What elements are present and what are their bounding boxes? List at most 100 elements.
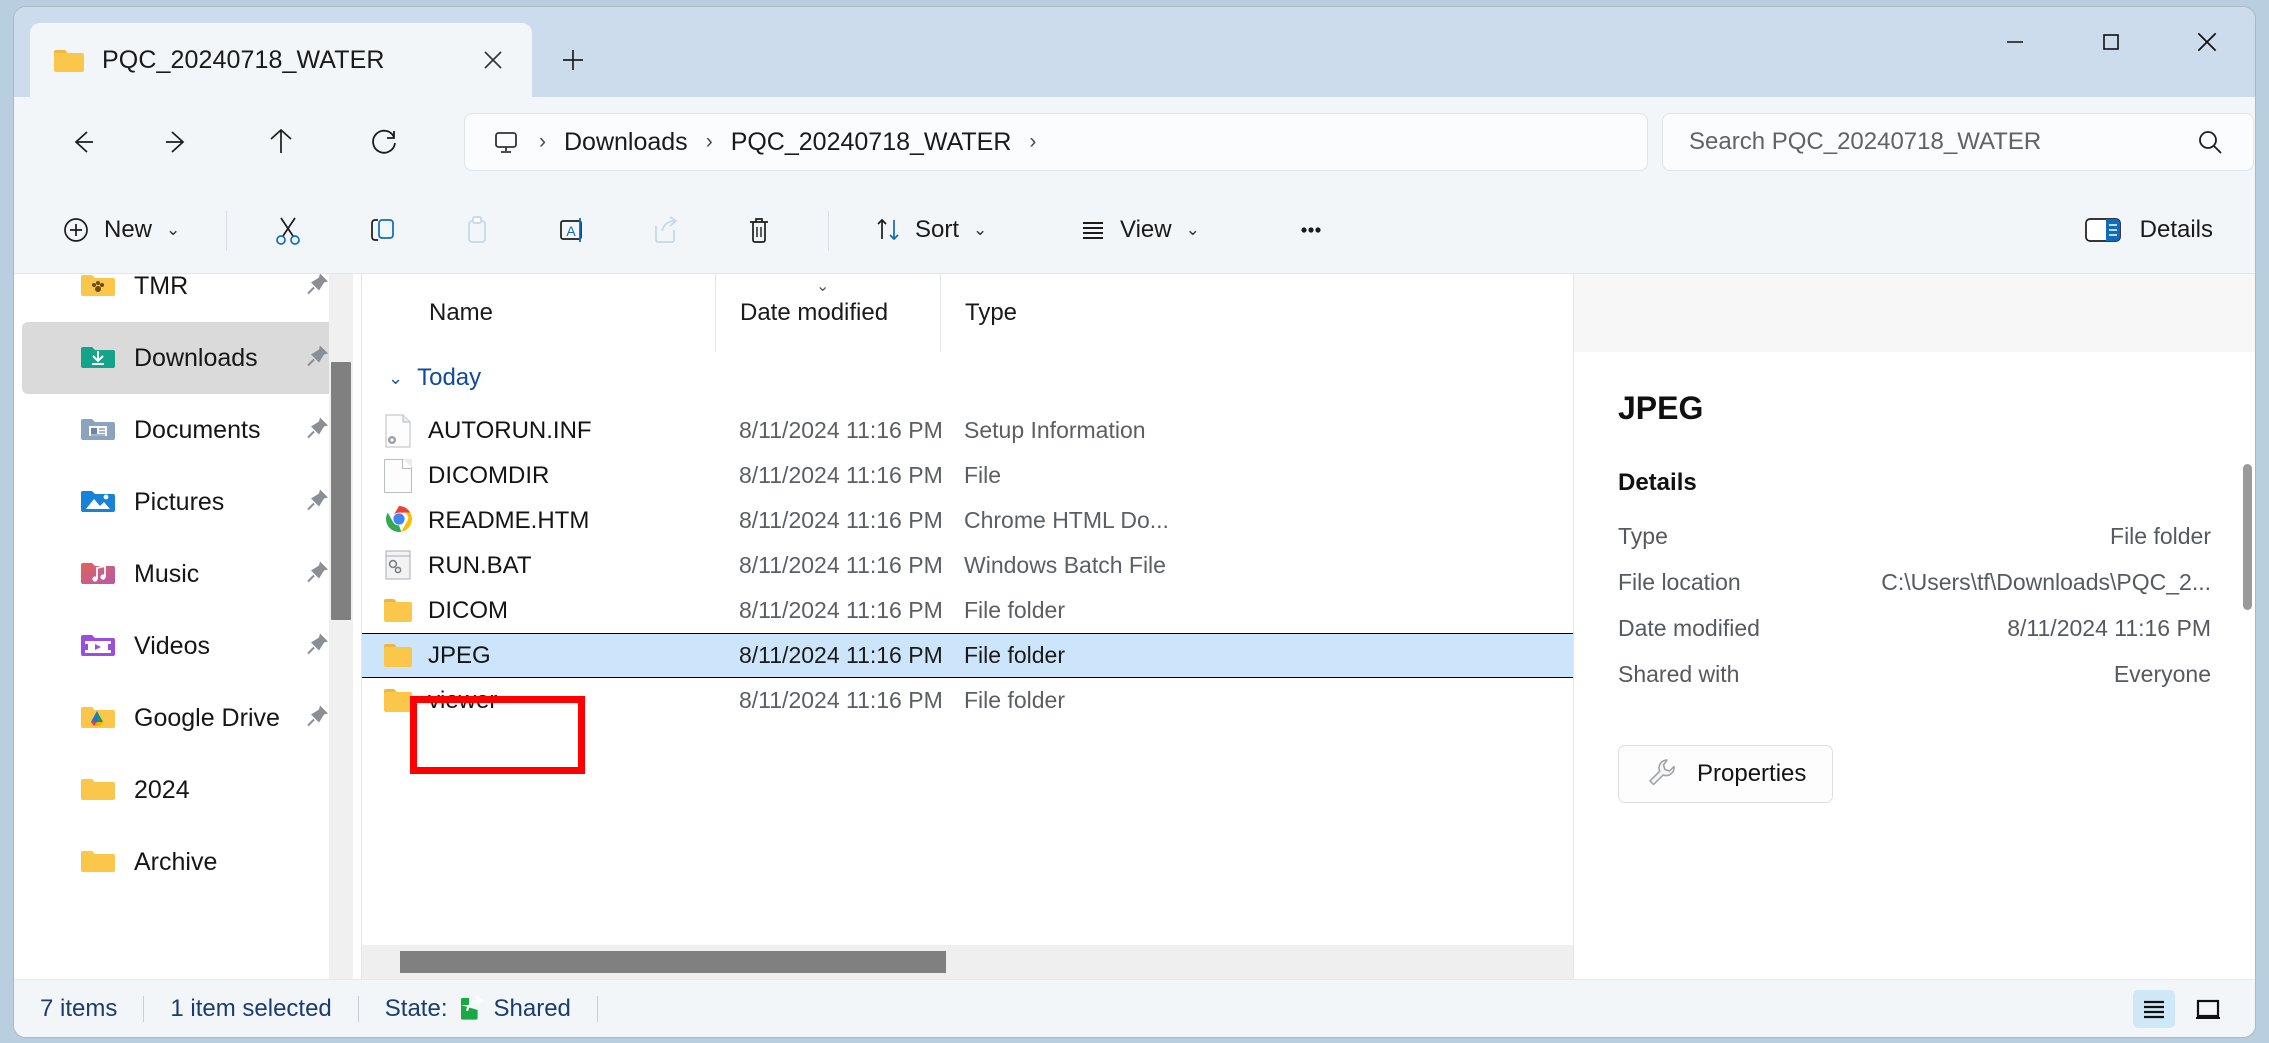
more-options-button[interactable] (1282, 201, 1340, 259)
sidebar-item-archive[interactable]: Archive (22, 826, 353, 898)
search-box[interactable]: Search PQC_20240718_WATER (1662, 113, 2254, 171)
breadcrumb-separator: › (706, 130, 713, 154)
sidebar-item-tmr[interactable]: TMR (22, 274, 353, 322)
table-row[interactable]: AUTORUN.INF 8/11/2024 11:16 PM Setup Inf… (362, 408, 1573, 453)
group-header-today[interactable]: ⌄ Today (362, 352, 481, 404)
up-button[interactable] (254, 115, 308, 169)
breadcrumb-separator[interactable]: › (1029, 130, 1036, 154)
file-name-cell[interactable]: JPEG (362, 642, 715, 670)
sort-button-label: Sort (915, 216, 959, 244)
chevron-down-icon[interactable]: ⌄ (388, 368, 403, 389)
address-bar[interactable]: › Downloads › PQC_20240718_WATER › (464, 113, 1648, 171)
details-scrollbar[interactable] (2239, 352, 2255, 979)
details-view-icon[interactable] (2133, 990, 2175, 1028)
this-pc-icon[interactable] (491, 127, 521, 157)
table-row[interactable]: RUN.BAT 8/11/2024 11:16 PM Windows Batch… (362, 543, 1573, 588)
file-type: Chrome HTML Do... (964, 507, 1169, 533)
sidebar-item-google-drive[interactable]: Google Drive (22, 682, 353, 754)
batch-file-icon (384, 549, 412, 583)
cut-button[interactable] (259, 201, 317, 259)
plus-circle-icon (60, 214, 92, 246)
close-icon[interactable] (2159, 7, 2255, 77)
tab-pqc-folder[interactable]: PQC_20240718_WATER (30, 23, 532, 97)
copy-button[interactable] (354, 201, 412, 259)
table-row[interactable]: DICOM 8/11/2024 11:16 PM File folder (362, 588, 1573, 633)
sidebar-scrollbar-thumb[interactable] (331, 362, 351, 620)
file-type-cell: File folder (940, 597, 1190, 624)
breadcrumb-item-current[interactable]: PQC_20240718_WATER (731, 128, 1012, 157)
new-button[interactable]: New ⌄ (46, 201, 194, 259)
sidebar-item-documents[interactable]: Documents (22, 394, 353, 466)
table-row[interactable]: DICOMDIR 8/11/2024 11:16 PM File (362, 453, 1573, 498)
table-row[interactable]: README.HTM 8/11/2024 11:16 PM Chrome HTM… (362, 498, 1573, 543)
table-row-selected[interactable]: JPEG 8/11/2024 11:16 PM File folder (362, 633, 1573, 678)
delete-button[interactable] (730, 201, 788, 259)
file-name-cell[interactable]: viewer (362, 687, 715, 715)
sort-button[interactable]: Sort ⌄ (859, 201, 1001, 259)
sidebar-item-label: Videos (134, 632, 210, 661)
file-name-cell[interactable]: AUTORUN.INF (362, 414, 715, 448)
sidebar-item-downloads[interactable]: Downloads (22, 322, 353, 394)
pin-icon[interactable] (305, 703, 331, 734)
details-scrollbar-thumb[interactable] (2243, 464, 2252, 610)
details-field-value: C:\Users\tf\Downloads\PQC_2... (1881, 569, 2211, 596)
pin-icon[interactable] (305, 415, 331, 446)
folder-music-icon (80, 559, 116, 589)
column-header-name[interactable]: Name (362, 274, 715, 352)
pin-icon[interactable] (305, 559, 331, 590)
sidebar-item-pictures[interactable]: Pictures (22, 466, 353, 538)
share-button (636, 201, 694, 259)
pin-icon[interactable] (305, 274, 331, 302)
file-name-cell[interactable]: DICOMDIR (362, 459, 715, 493)
rename-button[interactable]: A (542, 201, 600, 259)
horizontal-scrollbar[interactable] (362, 945, 1573, 979)
pin-icon[interactable] (305, 343, 331, 374)
file-date: 8/11/2024 11:16 PM (739, 642, 943, 668)
refresh-button[interactable] (358, 115, 412, 169)
file-name-cell[interactable]: RUN.BAT (362, 549, 715, 583)
table-row[interactable]: viewer 8/11/2024 11:16 PM File folder (362, 678, 1573, 723)
details-field: Date modified 8/11/2024 11:16 PM (1618, 615, 2211, 661)
close-icon[interactable] (470, 37, 516, 83)
file-type-cell: Setup Information (940, 417, 1190, 444)
details-field-value: Everyone (2114, 661, 2211, 688)
minimize-icon[interactable] (1967, 7, 2063, 77)
column-header-date-modified[interactable]: ⌄ Date modified (715, 274, 940, 352)
properties-button-label: Properties (1697, 760, 1806, 788)
plus-icon[interactable] (550, 37, 596, 83)
properties-button[interactable]: Properties (1618, 745, 1833, 803)
view-button[interactable]: View ⌄ (1064, 201, 1214, 259)
search-input[interactable]: Search PQC_20240718_WATER (1689, 128, 2195, 156)
details-pane: JPEG Details Type File folder File locat… (1573, 274, 2255, 979)
sidebar-item-videos[interactable]: Videos (22, 610, 353, 682)
column-header-type-label: Type (965, 299, 1017, 327)
file-name-cell[interactable]: README.HTM (362, 504, 715, 538)
horizontal-scrollbar-thumb[interactable] (400, 951, 946, 973)
sidebar-item-2024[interactable]: 2024 (22, 754, 353, 826)
breadcrumb-item-downloads[interactable]: Downloads (564, 128, 688, 157)
details-field-value: File folder (2110, 523, 2211, 550)
column-header-type[interactable]: Type (940, 274, 1190, 352)
wrench-icon (1645, 757, 1679, 792)
file-type-cell: Windows Batch File (940, 552, 1190, 579)
chrome-icon (384, 504, 412, 538)
sidebar-item-label: Google Drive (134, 704, 280, 733)
search-icon[interactable] (2195, 127, 2225, 157)
explorer-body: TMR Downloads (14, 274, 2255, 1037)
view-toggle-group (2133, 990, 2229, 1028)
details-pane-icon (2084, 215, 2122, 245)
details-pane-toggle[interactable]: Details (2070, 201, 2227, 259)
maximize-icon[interactable] (2063, 7, 2159, 77)
back-button[interactable] (56, 115, 110, 169)
file-list: Name ⌄ Date modified Type ⌄ Today (361, 274, 1573, 979)
sidebar-item-label: Downloads (134, 344, 258, 373)
pin-icon[interactable] (305, 631, 331, 662)
pin-icon[interactable] (305, 487, 331, 518)
large-icons-view-icon[interactable] (2187, 990, 2229, 1028)
file-name-cell[interactable]: DICOM (362, 597, 715, 625)
file-type-cell: File folder (940, 687, 1190, 714)
sidebar-item-label: TMR (134, 274, 188, 301)
sidebar-item-music[interactable]: Music (22, 538, 353, 610)
toolbar-divider (226, 211, 227, 251)
forward-button[interactable] (149, 115, 203, 169)
